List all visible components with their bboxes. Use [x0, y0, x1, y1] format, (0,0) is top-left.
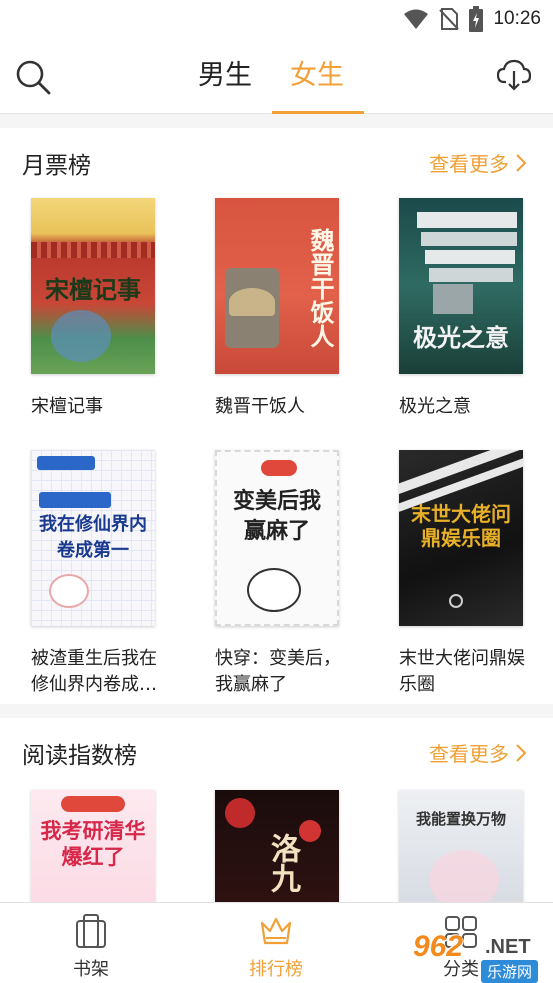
cover-text: 宋檀记事 [45, 275, 141, 304]
watermark-sub: 乐游网 [481, 960, 539, 983]
status-bar: 10:26 [0, 0, 553, 38]
book-cover: 末世大佬问鼎娱乐圈 [399, 450, 523, 626]
top-header: 男生 女生 [0, 38, 553, 114]
book-card[interactable]: 变美后我赢麻了 快穿：变美后，我赢麻了 [215, 450, 355, 700]
watermark-suffix: .NET [485, 936, 531, 958]
book-cover: 魏晋干饭人 [215, 198, 339, 374]
cloud-download-icon[interactable] [497, 58, 531, 92]
cover-text: 我能置换万物 [415, 810, 506, 828]
book-title: 宋檀记事 [31, 396, 103, 417]
tab-male[interactable]: 男生 [198, 58, 252, 94]
cover-text: 我在修仙界内卷成第一 [39, 514, 147, 561]
status-time: 10:26 [493, 8, 541, 29]
nav-label: 排行榜 [249, 959, 303, 980]
section-title: 月票榜 [22, 153, 91, 179]
book-title: 魏晋干饭人 [215, 396, 305, 417]
book-cover: 宋檀记事 [31, 198, 155, 374]
book-card[interactable]: 末世大佬问鼎娱乐圈 末世大佬问鼎娱乐圈 [399, 450, 539, 700]
cover-text: 极光之意 [413, 323, 509, 352]
book-cover: 我考研清华爆红了 [31, 790, 155, 908]
book-card[interactable]: 我能置换万物 [399, 790, 539, 908]
nav-ranking[interactable]: 排行榜 [231, 913, 321, 981]
chevron-right-icon [516, 153, 527, 172]
book-card[interactable]: 我考研清华爆红了 [31, 790, 171, 908]
nav-label: 书架 [73, 959, 109, 980]
book-cover: 我在修仙界内卷成第一 [31, 450, 155, 626]
view-more-label: 查看更多 [429, 742, 509, 766]
book-title: 极光之意 [399, 396, 471, 417]
book-title: 末世大佬问鼎娱乐圈 [399, 648, 525, 695]
cover-text: 末世大佬问鼎娱乐圈 [411, 502, 511, 550]
book-cover: 变美后我赢麻了 [215, 450, 339, 626]
cover-text: 变美后我赢麻了 [232, 488, 321, 544]
status-icons: 10:26 [403, 5, 541, 33]
chevron-right-icon [516, 743, 527, 762]
nav-bookshelf[interactable]: 书架 [46, 913, 136, 981]
book-card[interactable]: 洛九 [215, 790, 355, 908]
book-card[interactable]: 我在修仙界内卷成第一 被渣重生后我在修仙界内卷成第一 [31, 450, 171, 700]
book-cover: 极光之意 [399, 198, 523, 374]
crown-icon [260, 917, 292, 945]
book-title: 被渣重生后我在修仙界内卷成第一 [31, 648, 157, 695]
monthly-ticket-ranking-section: 月票榜 查看更多 宋檀记事 宋檀记事 魏晋干饭人 魏晋干饭人 极光之意 极光之意… [0, 128, 553, 704]
cover-text: 魏晋干饭人 [306, 228, 335, 348]
active-tab-indicator [272, 111, 364, 114]
bookshelf-icon [76, 914, 106, 948]
book-card[interactable]: 宋檀记事 宋檀记事 [31, 198, 171, 428]
search-icon[interactable] [14, 58, 52, 96]
book-card[interactable]: 极光之意 极光之意 [399, 198, 539, 428]
reading-index-ranking-section: 阅读指数榜 查看更多 我考研清华爆红了 洛九 我能置换万物 [0, 718, 553, 908]
section-title: 阅读指数榜 [22, 743, 137, 769]
book-title: 快穿：变美后，我赢麻了 [215, 648, 341, 695]
watermark-main: 962 [413, 930, 464, 963]
site-watermark: 962 .NET 乐游网 [409, 930, 549, 983]
no-sim-icon [439, 8, 460, 30]
tab-female[interactable]: 女生 [290, 58, 344, 94]
wifi-icon [404, 9, 429, 29]
view-more-link[interactable]: 查看更多 [429, 148, 527, 177]
cover-text: 洛九 [265, 833, 300, 893]
view-more-label: 查看更多 [429, 152, 509, 176]
book-cover: 我能置换万物 [399, 790, 523, 908]
battery-icon [469, 6, 484, 32]
cover-text: 我考研清华爆红了 [40, 818, 146, 869]
book-cover: 洛九 [215, 790, 339, 908]
view-more-link[interactable]: 查看更多 [429, 738, 527, 767]
book-card[interactable]: 魏晋干饭人 魏晋干饭人 [215, 198, 355, 428]
